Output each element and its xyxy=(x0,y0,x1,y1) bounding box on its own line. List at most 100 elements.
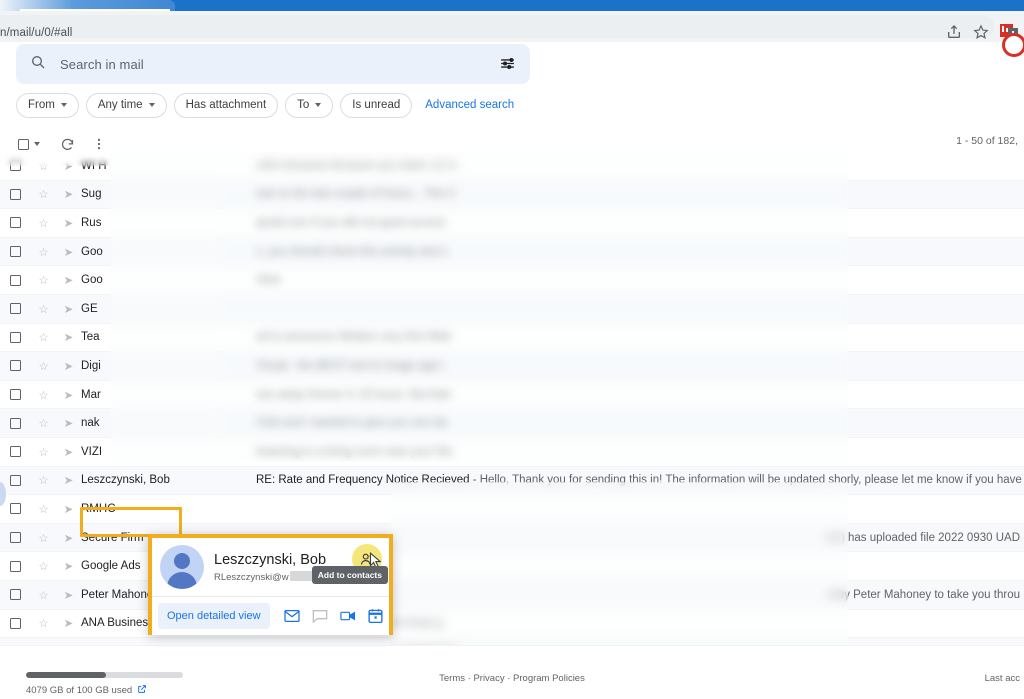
chip-label: From xyxy=(28,99,55,111)
filter-chip-any-time[interactable]: Any time xyxy=(85,92,167,118)
important-marker-icon[interactable]: ➤ xyxy=(56,531,81,545)
snippet-text: LC) has uploaded file 2022 0930 UAD xyxy=(826,531,1020,544)
omnibox-pill[interactable] xyxy=(0,15,994,38)
search-icon xyxy=(30,54,46,75)
advanced-search-link[interactable]: Advanced search xyxy=(425,99,514,111)
important-marker-icon[interactable]: ➤ xyxy=(56,502,81,516)
star-icon[interactable]: ☆ xyxy=(31,245,56,259)
star-icon[interactable]: ☆ xyxy=(31,559,56,573)
important-marker-icon[interactable]: ➤ xyxy=(56,302,81,316)
important-marker-icon[interactable]: ➤ xyxy=(56,588,81,602)
star-icon[interactable]: ☆ xyxy=(31,359,56,373)
contact-name: Leszczynski, Bob xyxy=(214,551,327,568)
contact-action-icons xyxy=(283,608,384,624)
contact-email-text: RLeszczynski@w xyxy=(214,571,289,583)
chip-label: Is unread xyxy=(352,99,401,111)
blur-overlay-senders xyxy=(110,152,218,462)
filter-chip-to[interactable]: To xyxy=(285,92,334,118)
row-checkbox[interactable] xyxy=(0,503,31,515)
checkbox-icon xyxy=(18,138,29,150)
bookmark-star-icon[interactable] xyxy=(973,24,989,40)
open-in-new-icon[interactable] xyxy=(137,684,147,697)
important-marker-icon[interactable]: ➤ xyxy=(56,187,81,201)
important-marker-icon[interactable]: ➤ xyxy=(56,388,81,402)
storage-text-value: 4079 GB of 100 GB used xyxy=(26,685,133,696)
important-marker-icon[interactable]: ➤ xyxy=(56,245,81,259)
profile-avatar[interactable] xyxy=(1002,33,1024,57)
email-icon[interactable] xyxy=(283,608,300,624)
star-icon[interactable]: ☆ xyxy=(31,302,56,316)
filter-chip-has-attachment[interactable]: Has attachment xyxy=(173,92,279,118)
calendar-icon[interactable] xyxy=(368,608,384,624)
row-checkbox[interactable] xyxy=(0,589,31,601)
important-marker-icon[interactable]: ➤ xyxy=(56,559,81,573)
video-call-icon[interactable] xyxy=(339,608,356,624)
star-icon[interactable]: ☆ xyxy=(31,388,56,402)
highlight-box-sender xyxy=(80,507,182,537)
gmail-footer: 4079 GB of 100 GB used Terms · Privacy ·… xyxy=(0,645,1024,699)
footer-links[interactable]: Terms · Privacy · Program Policies xyxy=(0,673,1024,684)
filter-chip-is-unread[interactable]: Is unread xyxy=(340,92,413,118)
contact-email: RLeszczynski@w xyxy=(214,570,326,583)
important-marker-icon[interactable]: ➤ xyxy=(56,273,81,287)
last-account-activity[interactable]: Last acc xyxy=(985,673,1020,684)
important-marker-icon[interactable]: ➤ xyxy=(56,330,81,344)
important-marker-icon[interactable]: ➤ xyxy=(56,359,81,373)
address-bar-url[interactable]: n/mail/u/0/#all xyxy=(0,27,72,39)
chip-label: Has attachment xyxy=(185,99,267,111)
row-checkbox[interactable] xyxy=(0,617,31,629)
row-checkbox[interactable] xyxy=(0,389,31,401)
avatar xyxy=(160,545,204,589)
important-marker-icon[interactable]: ➤ xyxy=(56,616,81,630)
row-checkbox[interactable] xyxy=(0,217,31,229)
tune-options-icon[interactable] xyxy=(499,55,516,77)
star-icon[interactable]: ☆ xyxy=(31,330,56,344)
filter-chip-row: From Any time Has attachment To Is unrea… xyxy=(16,92,514,118)
row-checkbox[interactable] xyxy=(0,474,31,486)
important-marker-icon[interactable]: ➤ xyxy=(56,445,81,459)
important-marker-icon[interactable]: ➤ xyxy=(56,216,81,230)
star-icon[interactable]: ☆ xyxy=(31,616,56,630)
row-checkbox[interactable] xyxy=(0,303,31,315)
row-checkbox[interactable] xyxy=(0,274,31,286)
contact-card-actions: Open detailed view xyxy=(152,597,389,635)
pagination-count: 1 - 50 of 182, xyxy=(956,135,1018,147)
filter-chip-from[interactable]: From xyxy=(16,92,79,118)
open-detailed-view-button[interactable]: Open detailed view xyxy=(158,603,270,629)
storage-usage-text: 4079 GB of 100 GB used xyxy=(26,684,147,697)
row-checkbox[interactable] xyxy=(0,188,31,200)
star-icon[interactable]: ☆ xyxy=(31,445,56,459)
star-icon[interactable]: ☆ xyxy=(31,502,56,516)
row-checkbox[interactable] xyxy=(0,532,31,544)
contact-card-header: Leszczynski, Bob RLeszczynski@w Add to c… xyxy=(152,538,389,596)
contact-identity: Leszczynski, Bob RLeszczynski@w xyxy=(214,552,326,583)
row-checkbox[interactable] xyxy=(0,331,31,343)
important-marker-icon[interactable]: ➤ xyxy=(56,416,81,430)
star-icon[interactable]: ☆ xyxy=(31,473,56,487)
blur-overlay-subjects xyxy=(218,152,848,462)
snippet-text: d by Peter Mahoney to take you throu xyxy=(828,588,1020,601)
row-checkbox[interactable] xyxy=(0,417,31,429)
important-marker-icon[interactable]: ➤ xyxy=(56,473,81,487)
omnibox-icon-group xyxy=(946,24,1024,57)
star-icon[interactable]: ☆ xyxy=(31,273,56,287)
row-checkbox[interactable] xyxy=(0,246,31,258)
browser-tab-strip xyxy=(0,0,1024,11)
row-checkbox[interactable] xyxy=(0,446,31,458)
star-icon[interactable]: ☆ xyxy=(31,216,56,230)
search-input[interactable]: Search in mail xyxy=(60,57,144,72)
row-sender-leszczynski[interactable]: Leszczynski, Bob xyxy=(81,474,256,486)
browser-omnibox-row: n/mail/u/0/#all xyxy=(0,11,1024,57)
star-icon[interactable]: ☆ xyxy=(31,416,56,430)
search-bar[interactable]: Search in mail xyxy=(16,44,530,84)
row-checkbox[interactable] xyxy=(0,560,31,572)
star-icon[interactable]: ☆ xyxy=(31,531,56,545)
contact-hover-card[interactable]: Leszczynski, Bob RLeszczynski@w Add to c… xyxy=(148,534,393,635)
row-checkbox[interactable] xyxy=(0,360,31,372)
chip-label: To xyxy=(297,99,310,111)
gmail-main: Search in mail From Any time Has attachm… xyxy=(0,42,1024,699)
star-icon[interactable]: ☆ xyxy=(31,187,56,201)
chat-icon xyxy=(312,608,328,624)
share-icon[interactable] xyxy=(946,24,962,40)
star-icon[interactable]: ☆ xyxy=(31,588,56,602)
